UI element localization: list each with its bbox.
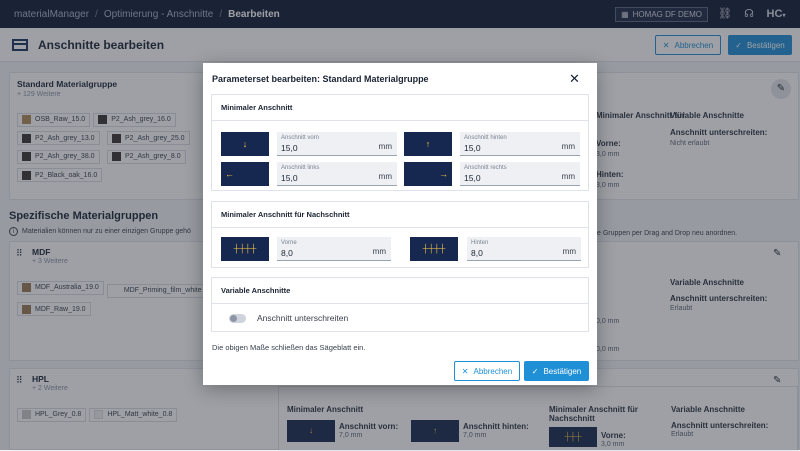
cut-back-icon: ↑ bbox=[404, 132, 452, 156]
cut-front-field[interactable]: Anschnitt vorn 15,0 mm bbox=[277, 132, 397, 156]
recut-section: Minimaler Anschnitt für Nachschnitt ┼┼┼┼… bbox=[211, 201, 589, 268]
recut-back-field[interactable]: Hinten 8,0 mm bbox=[467, 237, 581, 261]
dialog-cancel-button[interactable]: ✕ Abbrechen bbox=[454, 361, 520, 381]
section-title: Minimaler Anschnitt für Nachschnitt bbox=[212, 202, 588, 228]
recut-back-icon: ┼┼┼┼ bbox=[410, 237, 458, 261]
section-title: Variable Anschnitte bbox=[212, 278, 588, 304]
min-cut-section: Minimaler Anschnitt ↓ Anschnitt vorn 15,0… bbox=[211, 94, 589, 191]
cut-front-icon: ↓ bbox=[221, 132, 269, 156]
undercut-toggle[interactable] bbox=[229, 314, 246, 323]
cut-left-field[interactable]: Anschnitt links 15,0 mm bbox=[277, 162, 397, 186]
cut-left-icon: ← bbox=[221, 162, 269, 186]
cut-right-field[interactable]: Anschnitt rechts 15,0 mm bbox=[460, 162, 580, 186]
undercut-label: Anschnitt unterschreiten bbox=[257, 313, 349, 323]
saw-blade-note: Die obigen Maße schließen das Sägeblatt … bbox=[212, 343, 366, 352]
recut-front-icon: ┼┼┼┼ bbox=[221, 237, 269, 261]
dialog-confirm-button[interactable]: ✓ Bestätigen bbox=[524, 361, 589, 381]
recut-front-field[interactable]: Vorne 8,0 mm bbox=[277, 237, 391, 261]
cut-back-field[interactable]: Anschnitt hinten 15,0 mm bbox=[460, 132, 580, 156]
variable-cut-section: Variable Anschnitte Anschnitt unterschre… bbox=[211, 277, 589, 332]
dialog-title: Parameterset bearbeiten: Standard Materi… bbox=[212, 74, 429, 84]
edit-parameterset-dialog: Parameterset bearbeiten: Standard Materi… bbox=[203, 63, 597, 385]
cut-right-icon: → bbox=[404, 162, 452, 186]
check-icon: ✓ bbox=[531, 366, 539, 376]
close-icon: ✕ bbox=[461, 366, 469, 376]
close-icon[interactable]: ✕ bbox=[569, 71, 580, 87]
section-title: Minimaler Anschnitt bbox=[212, 95, 588, 121]
